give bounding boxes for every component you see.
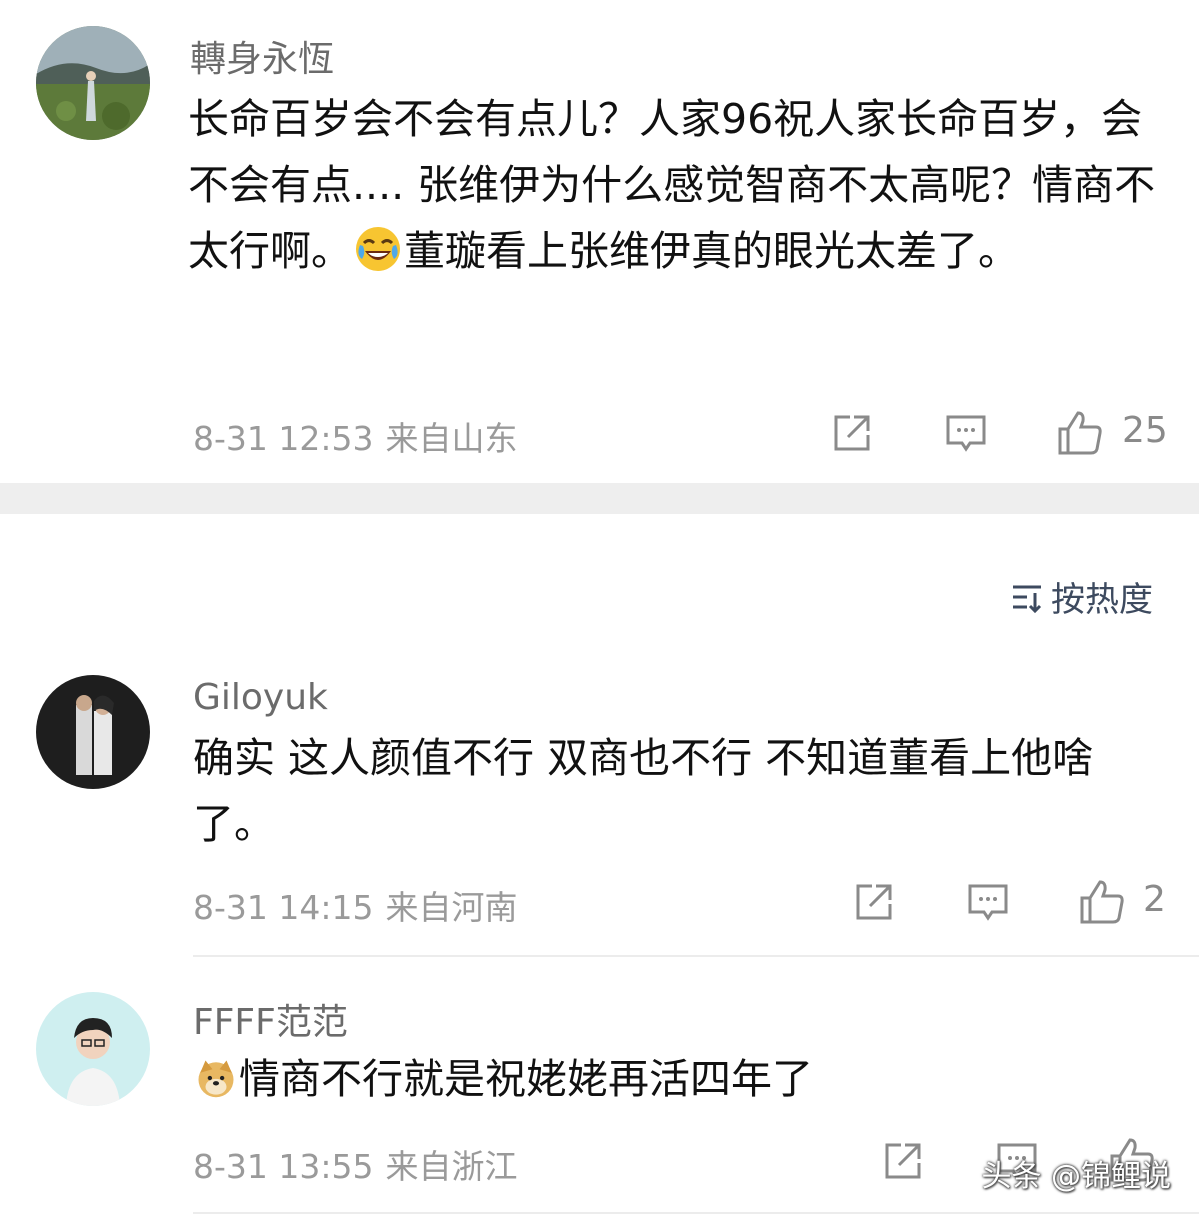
comment-separator xyxy=(193,955,1199,957)
comment-button[interactable] xyxy=(944,411,988,455)
comment-text: 情商不行就是祝姥姥再活四年了 xyxy=(193,1046,1153,1112)
sort-button[interactable]: 按热度 xyxy=(1009,572,1153,621)
comment-username[interactable]: FFFF范范 xyxy=(193,993,348,1045)
comment-time: 8-31 13:55 xyxy=(193,1147,374,1186)
share-button[interactable] xyxy=(881,1139,925,1183)
comment-separator xyxy=(193,1212,1199,1214)
like-count: 2 xyxy=(1143,879,1166,920)
like-button[interactable] xyxy=(1056,409,1104,457)
share-icon xyxy=(834,415,870,451)
comment-location: 来自山东 xyxy=(385,419,518,458)
watermark: 头条 @锦鲤说 xyxy=(981,1159,1171,1194)
share-icon xyxy=(885,1143,921,1179)
comment-icon xyxy=(968,884,1008,921)
comment-text: 长命百岁会不会有点儿？人家96祝人家长命百岁，会不会有点.... 张维伊为什么感… xyxy=(188,86,1168,284)
comment-text: 确实 这人颜值不行 双商也不行 不知道董看上他啥了。 xyxy=(193,734,1094,848)
section-divider xyxy=(0,483,1199,514)
comment-location: 来自河南 xyxy=(385,888,518,927)
comment-meta: 8-31 12:53 来自山东 xyxy=(193,412,518,460)
avatar[interactable] xyxy=(36,675,150,789)
sort-icon xyxy=(1013,585,1042,613)
comment-username[interactable]: 轉身永恆 xyxy=(190,30,334,82)
thumbs-up-icon xyxy=(1080,880,1124,924)
comment-username[interactable]: Giloyuk xyxy=(193,677,328,718)
like-count: 25 xyxy=(1122,410,1168,451)
sort-label: 按热度 xyxy=(1051,580,1153,620)
doge-emoji xyxy=(195,1057,237,1099)
comment-button[interactable] xyxy=(966,880,1010,924)
comment-time: 8-31 12:53 xyxy=(193,419,374,458)
comment-text-part: 董璇看上张维伊真的眼光太差了。 xyxy=(404,227,1019,275)
thumbs-up-icon xyxy=(1058,411,1102,455)
comment-icon xyxy=(946,415,986,452)
laughing-tears-emoji xyxy=(354,225,402,273)
avatar[interactable] xyxy=(36,992,150,1106)
comment-meta: 8-31 14:15 来自河南 xyxy=(193,881,518,929)
comment-meta: 8-31 13:55 来自浙江 xyxy=(193,1140,518,1188)
comment-time: 8-31 14:15 xyxy=(193,888,374,927)
comment-location: 来自浙江 xyxy=(385,1147,518,1186)
share-button[interactable] xyxy=(830,411,874,455)
like-button[interactable] xyxy=(1078,878,1126,926)
share-button[interactable] xyxy=(852,880,896,924)
avatar[interactable] xyxy=(36,26,150,140)
share-icon xyxy=(856,884,892,920)
comment-text-part: 情商不行就是祝姥姥再活四年了 xyxy=(239,1055,813,1103)
